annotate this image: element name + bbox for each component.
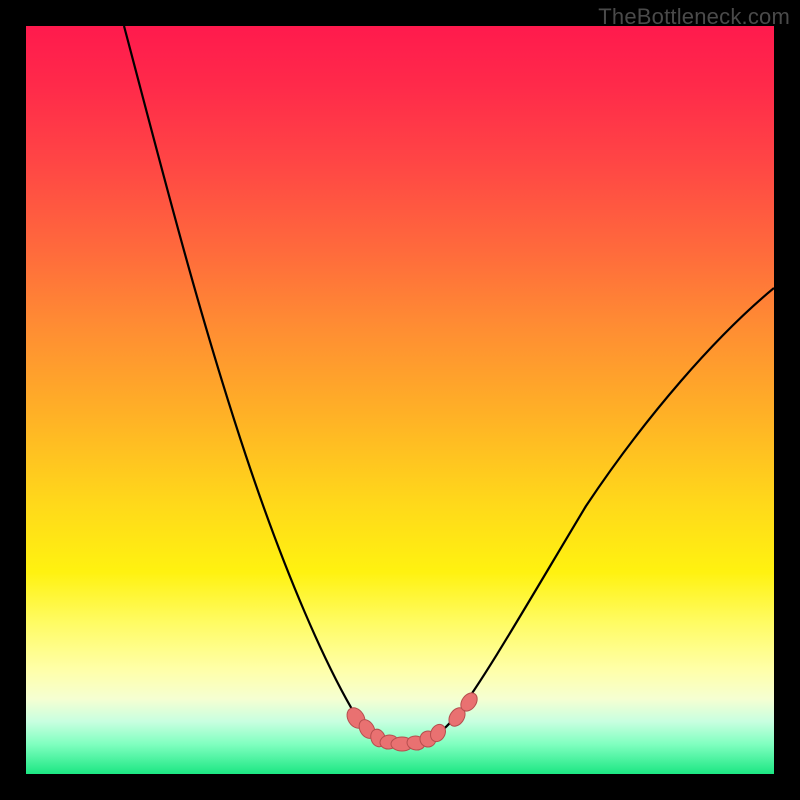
chart-frame: [26, 26, 774, 774]
bottleneck-curve: [26, 26, 774, 774]
right-curve: [400, 288, 774, 744]
bottom-markers: [343, 690, 480, 751]
left-curve: [124, 26, 400, 744]
source-watermark: TheBottleneck.com: [598, 4, 790, 30]
